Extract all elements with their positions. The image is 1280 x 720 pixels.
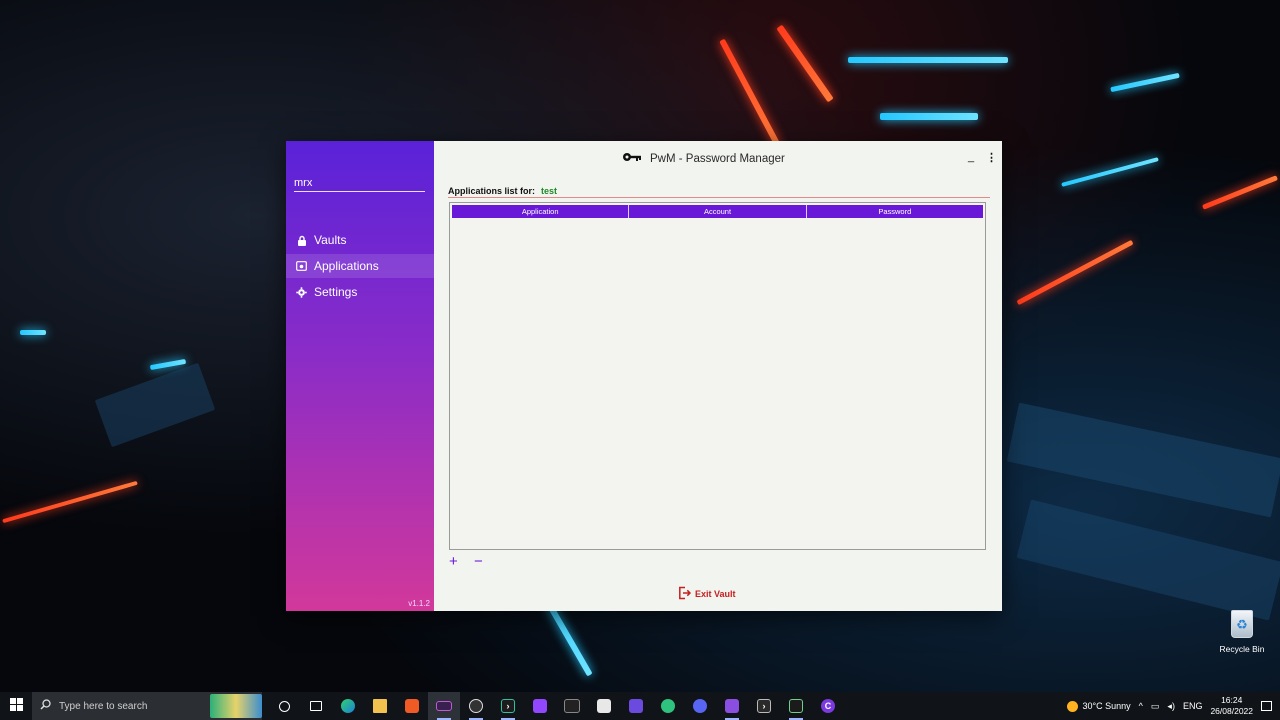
window-title: PwM - Password Manager: [622, 152, 785, 165]
sun-icon: [1066, 700, 1078, 712]
edge-icon: [341, 699, 355, 713]
vault-name: test: [541, 186, 558, 196]
version-label: v1.1.2: [408, 599, 430, 608]
gamepad-app-button[interactable]: [620, 692, 652, 720]
sidebar-item-applications[interactable]: Applications: [286, 254, 434, 278]
applications-list-heading: Applications list for: test: [448, 186, 557, 196]
search-icon: [40, 699, 51, 713]
taskbar-apps: › › C: [268, 692, 844, 720]
main-panel: PwM - Password Manager _ ⋮ Applications …: [434, 141, 1002, 611]
app-window-icon: [296, 261, 307, 272]
exit-icon: [678, 586, 692, 602]
green-app-button[interactable]: [652, 692, 684, 720]
task-view-button[interactable]: [300, 692, 332, 720]
lock-icon: [296, 235, 307, 246]
sidebar-item-settings[interactable]: Settings: [286, 280, 434, 304]
brave-button[interactable]: [396, 692, 428, 720]
add-application-button[interactable]: +: [449, 554, 458, 569]
sidebar-item-label: Settings: [314, 285, 358, 299]
recycle-bin-label: Recycle Bin: [1219, 644, 1265, 654]
applications-table[interactable]: Application Account Password: [449, 202, 986, 550]
exit-vault-button[interactable]: Exit Vault: [678, 586, 736, 602]
discord-button[interactable]: [684, 692, 716, 720]
obs-icon: [469, 699, 483, 713]
recycle-bin[interactable]: Recycle Bin: [1218, 610, 1266, 654]
table-header: Application Account Password: [452, 205, 983, 218]
console-icon: ›: [757, 699, 771, 713]
language-indicator[interactable]: ENG: [1183, 701, 1203, 711]
sidebar-item-vaults[interactable]: Vaults: [286, 228, 434, 252]
weather-text: 30°C Sunny: [1082, 701, 1131, 711]
search-highlight-image: [210, 694, 262, 718]
terminal-button[interactable]: ›: [492, 692, 524, 720]
more-menu-button[interactable]: ⋮: [986, 151, 997, 164]
pwm-window: mrx Vaults Applications Settings v1.1.2: [286, 141, 1002, 611]
clipboard-app-icon: [789, 699, 803, 713]
clock[interactable]: 16:24 26/08/2022: [1210, 695, 1253, 717]
sidebar-item-label: Vaults: [314, 233, 347, 247]
sidebar: mrx Vaults Applications Settings v1.1.2: [286, 141, 434, 611]
column-header-password[interactable]: Password: [806, 205, 983, 218]
notepad-icon: [597, 699, 611, 713]
sidebar-item-label: Applications: [314, 259, 379, 273]
edge-button[interactable]: [332, 692, 364, 720]
weather-widget[interactable]: 30°C Sunny: [1066, 700, 1131, 712]
exit-vault-label: Exit Vault: [695, 589, 736, 599]
recycle-bin-icon: [1231, 610, 1253, 638]
notification-icon[interactable]: [1261, 701, 1272, 711]
cortana-button[interactable]: [268, 692, 300, 720]
username-field[interactable]: mrx: [294, 177, 425, 192]
column-header-application[interactable]: Application: [452, 205, 630, 218]
terminal-icon: ›: [501, 699, 515, 713]
column-header-account[interactable]: Account: [629, 205, 807, 218]
key-icon: [622, 152, 642, 165]
clock-time: 16:24: [1221, 695, 1243, 705]
twitch-button[interactable]: [524, 692, 556, 720]
visual-studio-button[interactable]: [716, 692, 748, 720]
obs-button[interactable]: [460, 692, 492, 720]
c-app-icon: C: [821, 699, 835, 713]
file-explorer-button[interactable]: [364, 692, 396, 720]
window-title-text: PwM - Password Manager: [650, 152, 785, 165]
gear-icon: [296, 286, 307, 298]
remove-application-button[interactable]: −: [474, 554, 483, 569]
pwm-taskbar-button[interactable]: [428, 692, 460, 720]
visual-studio-icon: [725, 699, 739, 713]
chevron-up-icon[interactable]: ^: [1139, 701, 1143, 711]
discord-icon: [693, 699, 707, 713]
taskbar-search[interactable]: Type here to search: [32, 692, 262, 720]
taskbar: Type here to search › › C 30°C Sunny ^ ▭…: [0, 692, 1280, 720]
minimize-button[interactable]: _: [968, 151, 974, 163]
brave-icon: [405, 699, 419, 713]
clock-date: 26/08/2022: [1210, 706, 1253, 716]
c-app-button[interactable]: C: [812, 692, 844, 720]
twitch-icon: [533, 699, 547, 713]
system-tray: 30°C Sunny ^ ▭ ◂) ENG 16:24 26/08/2022: [1066, 695, 1280, 717]
clipboard-app-button[interactable]: [780, 692, 812, 720]
gamepad-icon: [629, 699, 643, 713]
avc-button[interactable]: [556, 692, 588, 720]
pwm-icon: [436, 701, 452, 711]
network-icon[interactable]: ▭: [1151, 701, 1160, 712]
volume-icon[interactable]: ◂): [1167, 701, 1175, 712]
task-view-icon: [310, 701, 322, 711]
green-app-icon: [661, 699, 675, 713]
windows-icon: [9, 698, 23, 714]
search-placeholder: Type here to search: [59, 700, 148, 712]
title-bar[interactable]: PwM - Password Manager _ ⋮: [434, 141, 1002, 175]
notepad-button[interactable]: [588, 692, 620, 720]
folder-icon: [373, 699, 387, 713]
cortana-icon: [278, 700, 290, 712]
start-button[interactable]: [0, 692, 32, 720]
console-button[interactable]: ›: [748, 692, 780, 720]
heading-divider: [448, 197, 990, 198]
avc-icon: [564, 699, 580, 713]
list-label-text: Applications list for:: [448, 186, 536, 196]
